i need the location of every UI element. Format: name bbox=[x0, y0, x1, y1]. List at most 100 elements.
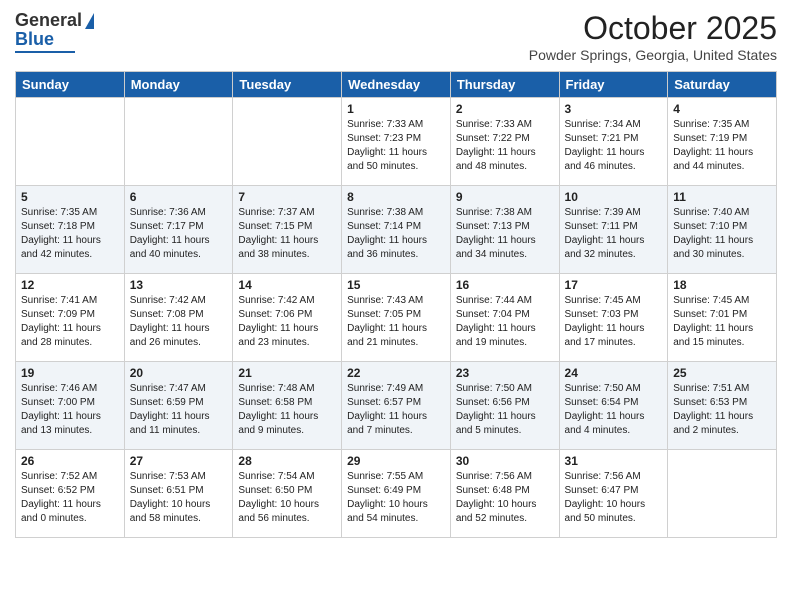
day-number: 21 bbox=[238, 366, 336, 380]
header: General Blue October 2025 Powder Springs… bbox=[15, 10, 777, 63]
calendar-table: Sunday Monday Tuesday Wednesday Thursday… bbox=[15, 71, 777, 538]
cell-0-5: 3Sunrise: 7:34 AMSunset: 7:21 PMDaylight… bbox=[559, 98, 668, 186]
cell-1-5: 10Sunrise: 7:39 AMSunset: 7:11 PMDayligh… bbox=[559, 186, 668, 274]
daylight-text: Daylight: 11 hours and 17 minutes. bbox=[565, 322, 663, 350]
day-info: Sunrise: 7:56 AMSunset: 6:48 PMDaylight:… bbox=[456, 470, 554, 526]
day-number: 2 bbox=[456, 102, 554, 116]
sunrise-text: Sunrise: 7:56 AM bbox=[565, 470, 663, 484]
day-info: Sunrise: 7:55 AMSunset: 6:49 PMDaylight:… bbox=[347, 470, 445, 526]
day-number: 26 bbox=[21, 454, 119, 468]
sunset-text: Sunset: 7:05 PM bbox=[347, 308, 445, 322]
col-thursday: Thursday bbox=[450, 72, 559, 98]
sunset-text: Sunset: 7:08 PM bbox=[130, 308, 228, 322]
page: General Blue October 2025 Powder Springs… bbox=[0, 0, 792, 612]
cell-2-2: 14 Sunrise: 7:42 AMSunset: 7:06 PMDayligh… bbox=[233, 274, 342, 362]
daylight-text: Daylight: 11 hours and 28 minutes. bbox=[21, 322, 119, 350]
cell-1-3: 8Sunrise: 7:38 AMSunset: 7:14 PMDaylight… bbox=[342, 186, 451, 274]
daylight-text: Daylight: 11 hours and 26 minutes. bbox=[130, 322, 228, 350]
day-info: Sunrise: 7:43 AMSunset: 7:05 PMDaylight:… bbox=[347, 294, 445, 350]
sunrise-text: Sunrise: 7:42 AM bbox=[238, 294, 336, 308]
day-info: Sunrise: 7:44 AMSunset: 7:04 PMDaylight:… bbox=[456, 294, 554, 350]
day-info: Sunrise: 7:38 AMSunset: 7:14 PMDaylight:… bbox=[347, 206, 445, 262]
day-info: Sunrise: 7:51 AMSunset: 6:53 PMDaylight:… bbox=[673, 382, 771, 438]
cell-2-1: 13Sunrise: 7:42 AMSunset: 7:08 PMDayligh… bbox=[124, 274, 233, 362]
sunrise-text: Sunrise: 7:45 AM bbox=[565, 294, 663, 308]
day-number: 15 bbox=[347, 278, 445, 292]
sunset-text: Sunset: 6:51 PM bbox=[130, 484, 228, 498]
day-info: Sunrise: 7:54 AMSunset: 6:50 PMDaylight:… bbox=[238, 470, 336, 526]
sunrise-text: Sunrise: 7:33 AM bbox=[456, 118, 554, 132]
day-number: 20 bbox=[130, 366, 228, 380]
col-saturday: Saturday bbox=[668, 72, 777, 98]
daylight-text: Daylight: 11 hours and 50 minutes. bbox=[347, 146, 445, 174]
daylight-text: Daylight: 11 hours and 48 minutes. bbox=[456, 146, 554, 174]
day-info: Sunrise: 7:42 AMSunset: 7:06 PMDaylight:… bbox=[238, 294, 336, 350]
daylight-text: Daylight: 11 hours and 15 minutes. bbox=[673, 322, 771, 350]
sunrise-text: Sunrise: 7:54 AM bbox=[238, 470, 336, 484]
day-number: 19 bbox=[21, 366, 119, 380]
sunrise-text: Sunrise: 7:50 AM bbox=[456, 382, 554, 396]
cell-2-3: 15 Sunrise: 7:43 AMSunset: 7:05 PMDayligh… bbox=[342, 274, 451, 362]
logo-triangle-icon bbox=[85, 13, 94, 29]
day-info: Sunrise: 7:48 AMSunset: 6:58 PMDaylight:… bbox=[238, 382, 336, 438]
sunset-text: Sunset: 6:49 PM bbox=[347, 484, 445, 498]
sunrise-text: Sunrise: 7:35 AM bbox=[673, 118, 771, 132]
sunset-text: Sunset: 7:23 PM bbox=[347, 132, 445, 146]
week-row-4: 26 Sunrise: 7:52 AMSunset: 6:52 PMDayligh… bbox=[16, 450, 777, 538]
location-title: Powder Springs, Georgia, United States bbox=[529, 47, 777, 63]
daylight-text: Daylight: 11 hours and 9 minutes. bbox=[238, 410, 336, 438]
daylight-text: Daylight: 11 hours and 13 minutes. bbox=[21, 410, 119, 438]
daylight-text: Daylight: 11 hours and 23 minutes. bbox=[238, 322, 336, 350]
week-row-2: 12Sunrise: 7:41 AMSunset: 7:09 PMDayligh… bbox=[16, 274, 777, 362]
sunset-text: Sunset: 7:04 PM bbox=[456, 308, 554, 322]
daylight-text: Daylight: 11 hours and 32 minutes. bbox=[565, 234, 663, 262]
day-number: 14 bbox=[238, 278, 336, 292]
daylight-text: Daylight: 10 hours and 56 minutes. bbox=[238, 498, 336, 526]
day-info: Sunrise: 7:33 AMSunset: 7:22 PMDaylight:… bbox=[456, 118, 554, 174]
day-number: 23 bbox=[456, 366, 554, 380]
daylight-text: Daylight: 11 hours and 21 minutes. bbox=[347, 322, 445, 350]
sunset-text: Sunset: 7:13 PM bbox=[456, 220, 554, 234]
cell-3-6: 25 Sunrise: 7:51 AMSunset: 6:53 PMDayligh… bbox=[668, 362, 777, 450]
sunrise-text: Sunrise: 7:43 AM bbox=[347, 294, 445, 308]
day-info: Sunrise: 7:45 AMSunset: 7:01 PMDaylight:… bbox=[673, 294, 771, 350]
day-number: 25 bbox=[673, 366, 771, 380]
sunset-text: Sunset: 7:06 PM bbox=[238, 308, 336, 322]
daylight-text: Daylight: 11 hours and 40 minutes. bbox=[130, 234, 228, 262]
col-sunday: Sunday bbox=[16, 72, 125, 98]
sunrise-text: Sunrise: 7:35 AM bbox=[21, 206, 119, 220]
sunrise-text: Sunrise: 7:45 AM bbox=[673, 294, 771, 308]
day-number: 4 bbox=[673, 102, 771, 116]
day-info: Sunrise: 7:37 AMSunset: 7:15 PMDaylight:… bbox=[238, 206, 336, 262]
daylight-text: Daylight: 11 hours and 11 minutes. bbox=[130, 410, 228, 438]
cell-1-1: 6Sunrise: 7:36 AMSunset: 7:17 PMDaylight… bbox=[124, 186, 233, 274]
cell-3-4: 23Sunrise: 7:50 AMSunset: 6:56 PMDayligh… bbox=[450, 362, 559, 450]
sunset-text: Sunset: 7:22 PM bbox=[456, 132, 554, 146]
day-info: Sunrise: 7:52 AMSunset: 6:52 PMDaylight:… bbox=[21, 470, 119, 526]
sunset-text: Sunset: 7:14 PM bbox=[347, 220, 445, 234]
sunset-text: Sunset: 7:09 PM bbox=[21, 308, 119, 322]
sunset-text: Sunset: 7:18 PM bbox=[21, 220, 119, 234]
day-info: Sunrise: 7:53 AMSunset: 6:51 PMDaylight:… bbox=[130, 470, 228, 526]
sunrise-text: Sunrise: 7:39 AM bbox=[565, 206, 663, 220]
day-number: 29 bbox=[347, 454, 445, 468]
cell-2-4: 16Sunrise: 7:44 AMSunset: 7:04 PMDayligh… bbox=[450, 274, 559, 362]
daylight-text: Daylight: 11 hours and 0 minutes. bbox=[21, 498, 119, 526]
day-number: 13 bbox=[130, 278, 228, 292]
daylight-text: Daylight: 10 hours and 58 minutes. bbox=[130, 498, 228, 526]
sunset-text: Sunset: 7:21 PM bbox=[565, 132, 663, 146]
day-info: Sunrise: 7:46 AMSunset: 7:00 PMDaylight:… bbox=[21, 382, 119, 438]
sunset-text: Sunset: 6:50 PM bbox=[238, 484, 336, 498]
cell-0-0 bbox=[16, 98, 125, 186]
logo-general-text: General bbox=[15, 10, 82, 31]
day-info: Sunrise: 7:50 AMSunset: 6:54 PMDaylight:… bbox=[565, 382, 663, 438]
cell-1-0: 5Sunrise: 7:35 AMSunset: 7:18 PMDaylight… bbox=[16, 186, 125, 274]
day-info: Sunrise: 7:45 AMSunset: 7:03 PMDaylight:… bbox=[565, 294, 663, 350]
day-number: 12 bbox=[21, 278, 119, 292]
sunrise-text: Sunrise: 7:51 AM bbox=[673, 382, 771, 396]
sunset-text: Sunset: 7:01 PM bbox=[673, 308, 771, 322]
sunset-text: Sunset: 6:53 PM bbox=[673, 396, 771, 410]
sunrise-text: Sunrise: 7:38 AM bbox=[456, 206, 554, 220]
daylight-text: Daylight: 11 hours and 30 minutes. bbox=[673, 234, 771, 262]
day-info: Sunrise: 7:56 AMSunset: 6:47 PMDaylight:… bbox=[565, 470, 663, 526]
